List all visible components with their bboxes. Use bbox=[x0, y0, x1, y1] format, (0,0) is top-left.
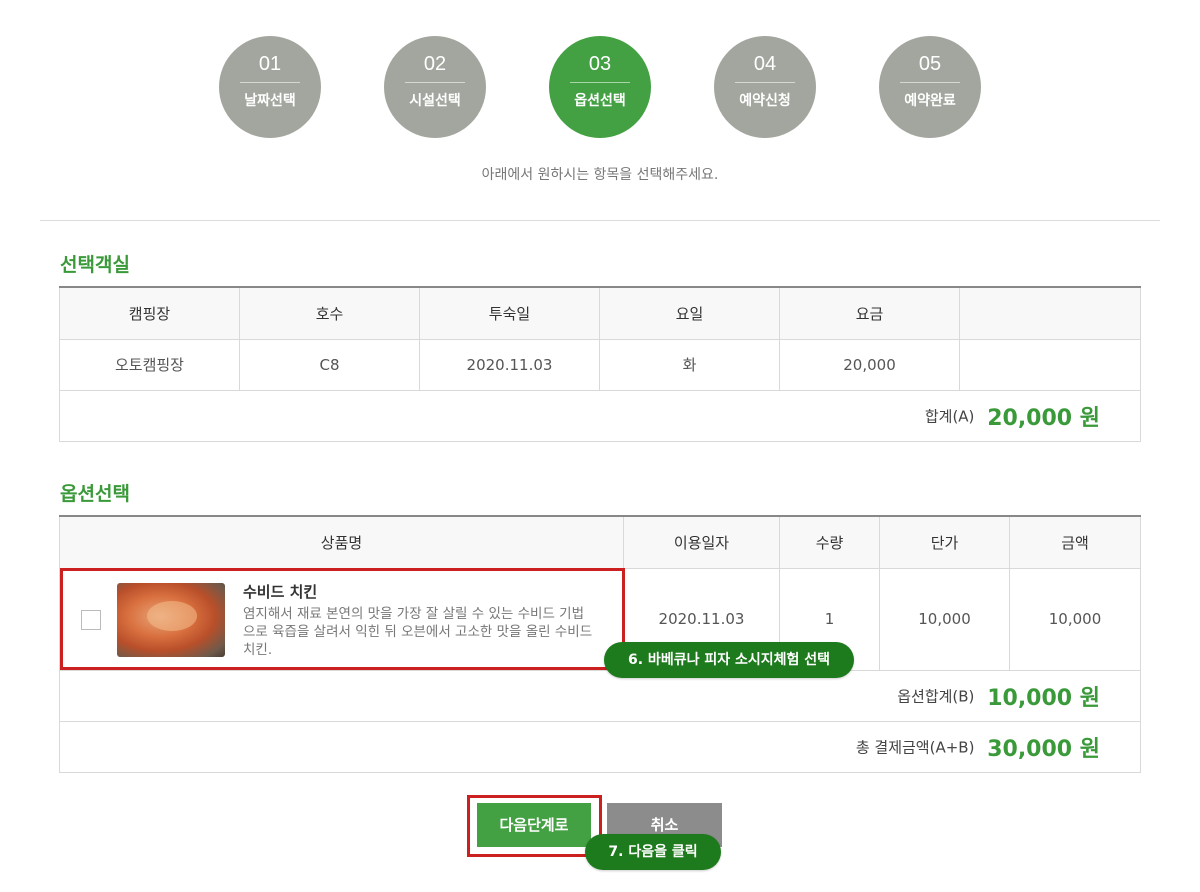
option-sum-row: 옵션합계(B) 10,000 원 bbox=[59, 669, 1141, 722]
step-progress: 01 날짜선택 02 시설선택 03 옵션선택 04 예약신청 05 예약완료 bbox=[0, 36, 1200, 140]
step-reservation-complete: 05 예약완료 bbox=[879, 36, 981, 138]
step-number: 01 bbox=[240, 50, 300, 83]
room-section-title: 선택객실 bbox=[60, 254, 130, 276]
step-label: 예약신청 bbox=[739, 93, 791, 109]
cell-empty bbox=[959, 338, 1141, 391]
total-value: 30,000 원 bbox=[987, 736, 1100, 762]
header-stay-date: 투숙일 bbox=[419, 286, 600, 340]
divider bbox=[40, 220, 1160, 221]
step-number: 05 bbox=[900, 50, 960, 83]
selected-room-table: 캠핑장 호수 투숙일 요일 요금 오토캠핑장 C8 2020.11.03 화 2… bbox=[59, 286, 1141, 442]
option-section-title: 옵션선택 bbox=[60, 483, 130, 505]
cell-weekday: 화 bbox=[599, 338, 780, 391]
step-number: 04 bbox=[735, 50, 795, 83]
step-label: 날짜선택 bbox=[244, 93, 296, 109]
total-row: 총 결제금액(A+B) 30,000 원 bbox=[59, 720, 1141, 773]
room-sum-value: 20,000 원 bbox=[987, 405, 1100, 431]
room-sum-row: 합계(A) 20,000 원 bbox=[59, 389, 1141, 442]
step-number: 02 bbox=[405, 50, 465, 83]
header-weekday: 요일 bbox=[599, 286, 780, 340]
cell-stay-date: 2020.11.03 bbox=[419, 338, 600, 391]
highlight-box-option bbox=[60, 568, 625, 670]
header-campsite: 캠핑장 bbox=[59, 286, 240, 340]
step-number: 03 bbox=[570, 50, 630, 83]
cell-amount: 10,000 bbox=[1009, 567, 1141, 671]
tooltip-step6: 6. 바베큐나 피자 소시지체험 선택 bbox=[604, 642, 854, 678]
cell-room-number: C8 bbox=[239, 338, 420, 391]
option-sum-label: 옵션합계(B) bbox=[897, 687, 975, 705]
step-option-select: 03 옵션선택 bbox=[549, 36, 651, 138]
step-label: 시설선택 bbox=[409, 93, 461, 109]
header-unit-price: 단가 bbox=[879, 515, 1010, 569]
header-product-name: 상품명 bbox=[59, 515, 624, 569]
tooltip-step7: 7. 다음을 클릭 bbox=[585, 834, 721, 870]
option-sum-value: 10,000 원 bbox=[987, 685, 1100, 711]
step-reservation-request: 04 예약신청 bbox=[714, 36, 816, 138]
table-row: 오토캠핑장 C8 2020.11.03 화 20,000 bbox=[59, 338, 1141, 391]
header-amount: 금액 bbox=[1009, 515, 1141, 569]
step-facility-select: 02 시설선택 bbox=[384, 36, 486, 138]
header-use-date: 이용일자 bbox=[623, 515, 780, 569]
cell-campsite: 오토캠핑장 bbox=[59, 338, 240, 391]
header-room-number: 호수 bbox=[239, 286, 420, 340]
header-fee: 요금 bbox=[779, 286, 960, 340]
instruction-text: 아래에서 원하시는 항목을 선택해주세요. bbox=[481, 167, 719, 183]
cell-fee: 20,000 bbox=[779, 338, 960, 391]
step-date-select: 01 날짜선택 bbox=[219, 36, 321, 138]
total-label: 총 결제금액(A+B) bbox=[855, 738, 975, 756]
header-quantity: 수량 bbox=[779, 515, 880, 569]
step-label: 옵션선택 bbox=[574, 93, 626, 109]
room-sum-label: 합계(A) bbox=[924, 407, 975, 425]
next-step-button[interactable]: 다음단계로 bbox=[477, 803, 591, 847]
step-label: 예약완료 bbox=[904, 93, 956, 109]
header-empty bbox=[959, 286, 1141, 340]
cell-unit-price: 10,000 bbox=[879, 567, 1010, 671]
